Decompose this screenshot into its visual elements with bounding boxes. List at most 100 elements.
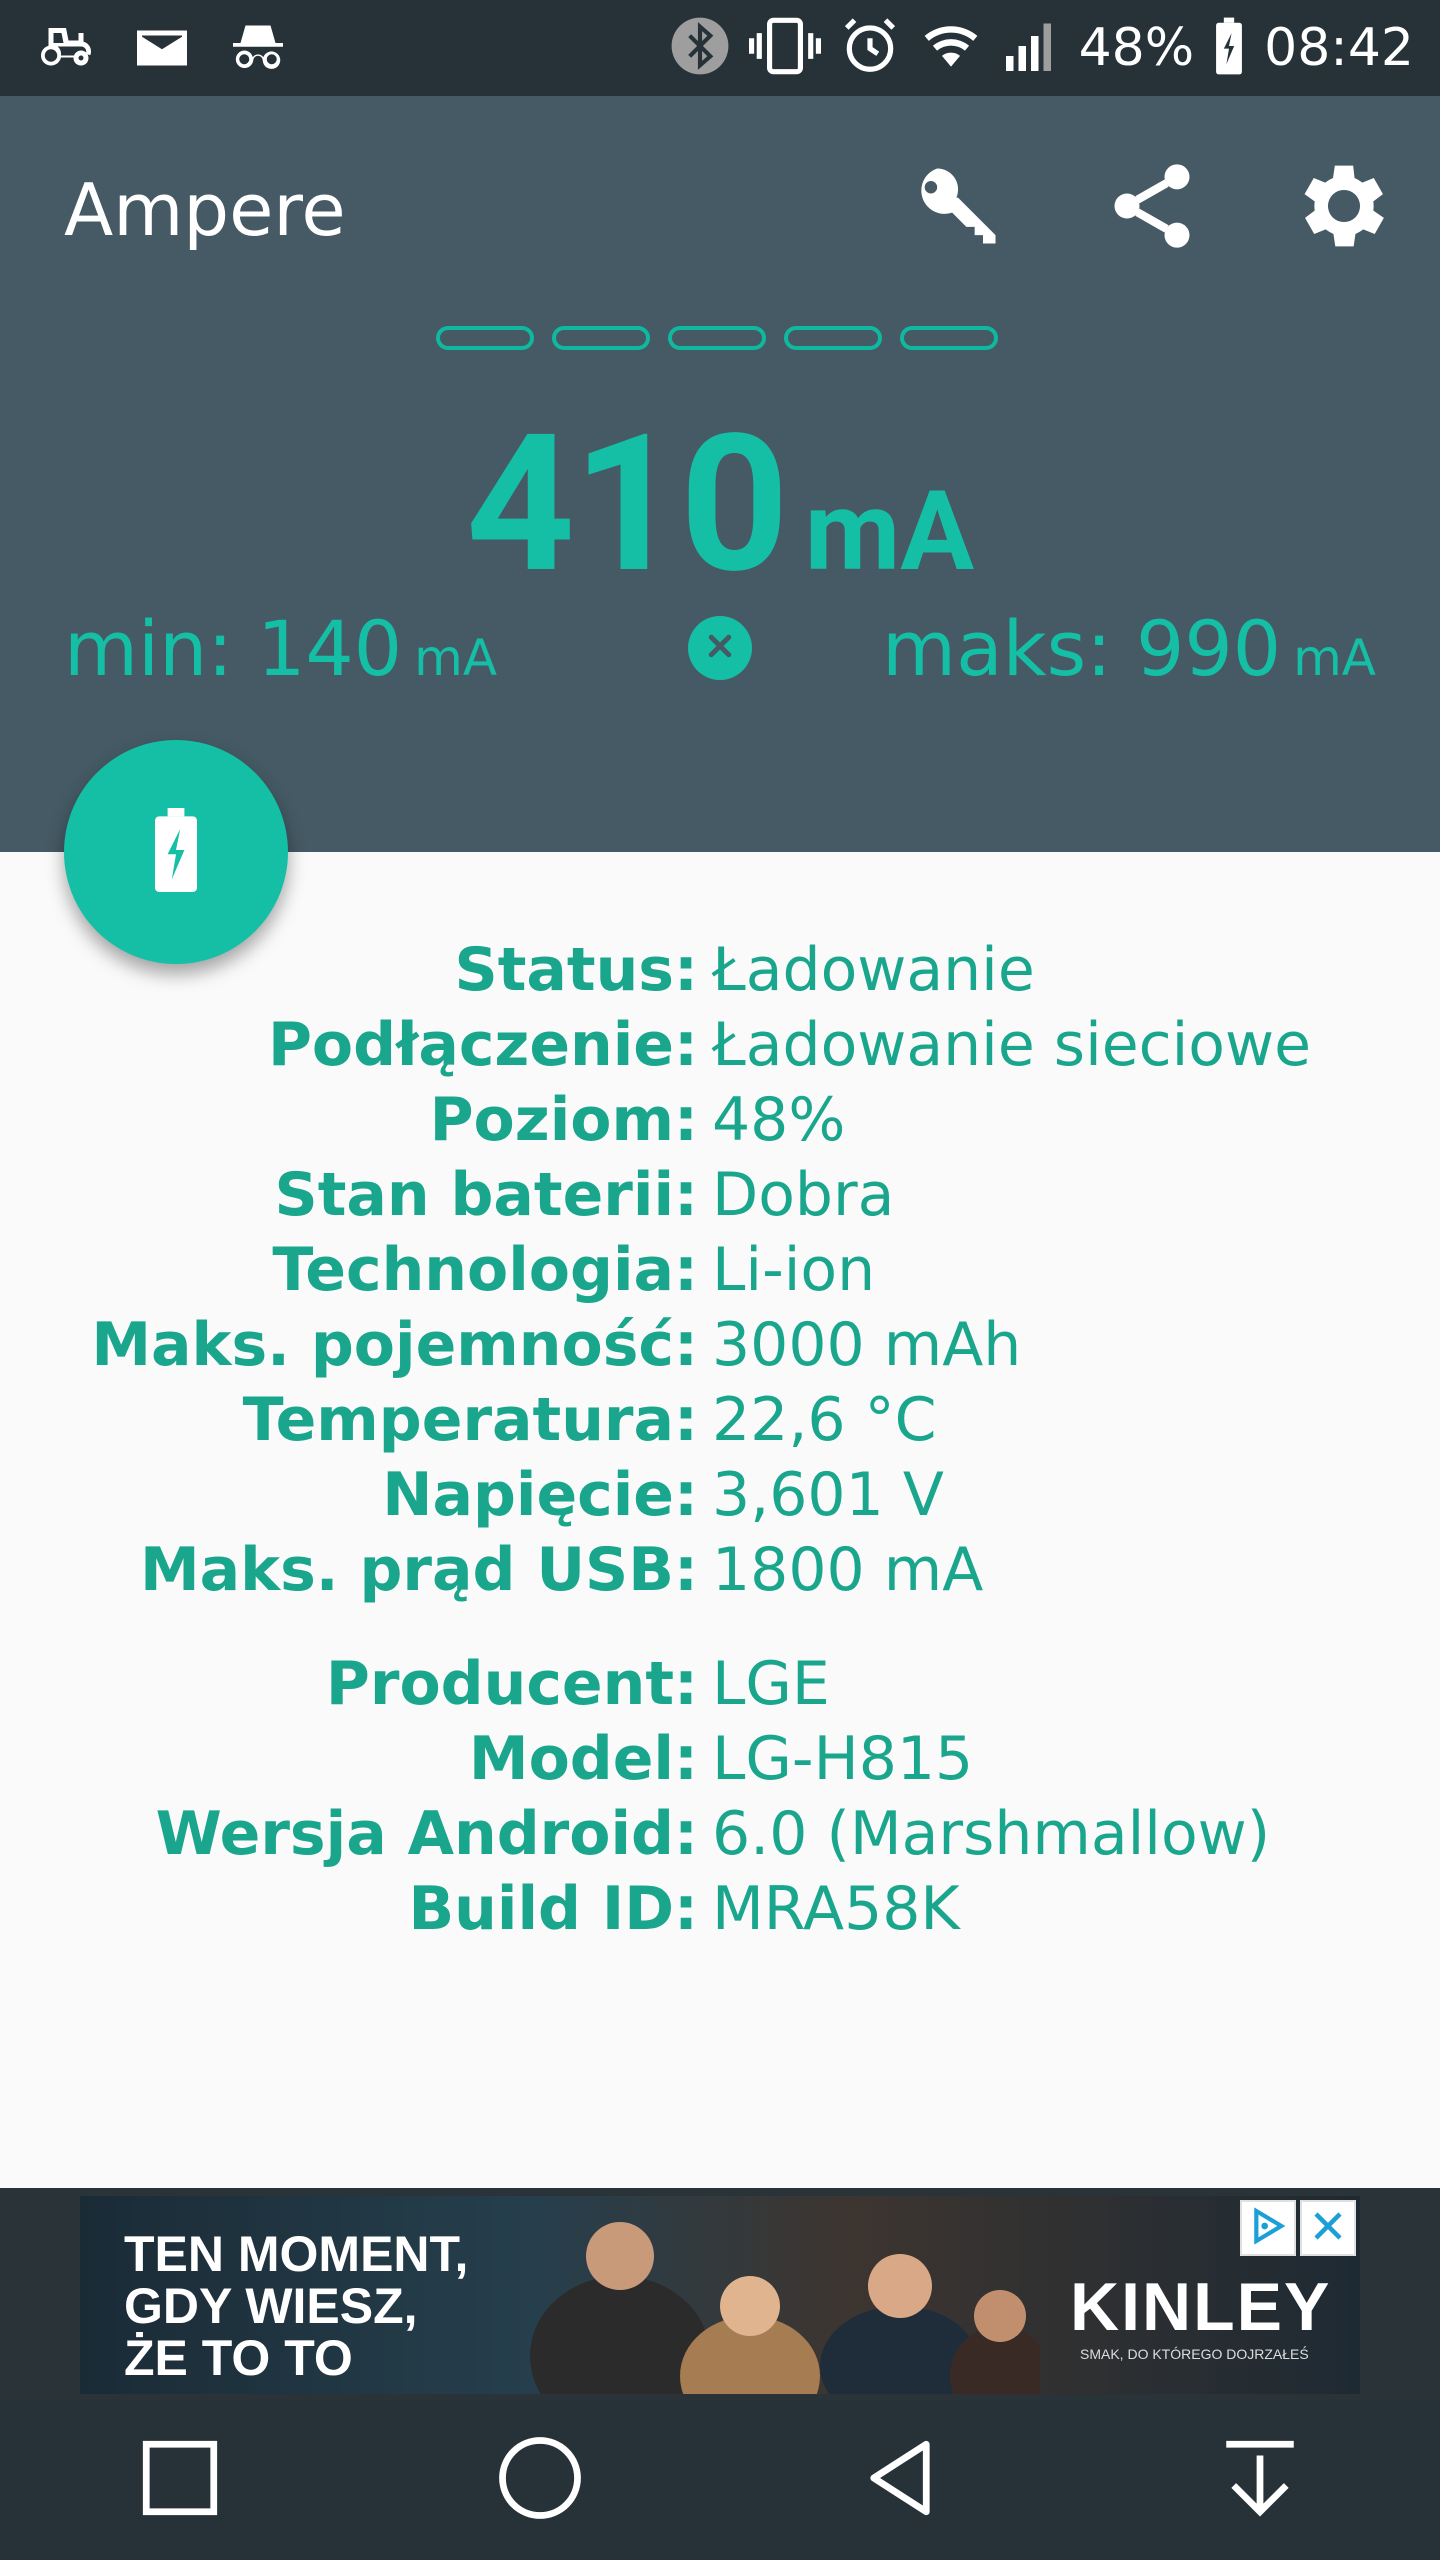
info-key: Napięcie:	[382, 1459, 698, 1530]
info-row: Maks. pojemność: 3000 mAh	[0, 1307, 1440, 1382]
info-key: Wersja Android:	[155, 1798, 698, 1869]
info-value: LGE	[712, 1648, 830, 1719]
arrow-down-to-line-icon	[1215, 2433, 1305, 2527]
info-key: Producent:	[325, 1648, 698, 1719]
min-value: min: 140	[64, 604, 403, 693]
charge-level-indicator	[436, 326, 998, 350]
max-unit: mA	[1293, 629, 1376, 687]
info-row: Stan baterii: Dobra	[0, 1157, 1440, 1232]
settings-icon	[1289, 151, 1399, 265]
tractor-icon	[36, 18, 96, 82]
ad-headline: TEN MOMENT, GDY WIESZ, ŻE TO TO	[124, 2228, 468, 2384]
notification-pulldown-button[interactable]	[1190, 2410, 1330, 2550]
max-readout: maks: 990 mA	[882, 604, 1376, 693]
info-key: Model:	[468, 1723, 698, 1794]
level-segment	[668, 326, 766, 350]
battery-percent: 48%	[1078, 18, 1195, 78]
info-key: Podłączenie:	[267, 1009, 698, 1080]
device-info-list: Producent: LGE Model: LG-H815 Wersja Andro…	[0, 1646, 1440, 1946]
info-value: Ładowanie	[712, 934, 1035, 1005]
app-header: Ampere 410 mA min: 140 mA maks: 990 mA	[0, 96, 1440, 852]
key-icon	[908, 156, 1008, 260]
status-bar-notifications	[36, 18, 288, 82]
level-segment	[436, 326, 534, 350]
home-icon	[495, 2433, 585, 2527]
mail-icon	[132, 18, 192, 82]
adchoices-icon	[1248, 2206, 1288, 2250]
info-key: Temperatura:	[242, 1384, 698, 1455]
battery-charging-icon	[1212, 15, 1246, 81]
battery-info-list: Status: Ładowanie Podłączenie: Ładowanie s…	[0, 932, 1440, 1607]
back-button[interactable]	[830, 2410, 970, 2550]
level-segment	[552, 326, 650, 350]
navigation-bar	[0, 2400, 1440, 2560]
info-key: Status:	[454, 934, 699, 1005]
level-segment	[784, 326, 882, 350]
min-unit: mA	[414, 629, 498, 687]
battery-fab[interactable]	[64, 740, 288, 964]
status-bar-system: 48% 08:42	[669, 12, 1414, 84]
current-unit: mA	[804, 467, 975, 596]
share-button[interactable]	[1096, 152, 1208, 264]
info-row: Poziom: 48%	[0, 1082, 1440, 1157]
info-row: Wersja Android: 6.0 (Marshmallow)	[0, 1796, 1440, 1871]
max-value: maks: 990	[882, 604, 1282, 693]
recents-icon	[135, 2433, 225, 2527]
info-key: Maks. pojemność:	[91, 1309, 698, 1380]
level-segment	[900, 326, 998, 350]
info-value: Ładowanie sieciowe	[712, 1009, 1312, 1080]
ad-tagline: SMAK, DO KTÓREGO DOJRZAŁEŚ	[1080, 2346, 1309, 2362]
adchoices-button[interactable]	[1240, 2200, 1296, 2256]
ad-close-button[interactable]	[1300, 2200, 1356, 2256]
info-value: 3,601 V	[712, 1459, 944, 1530]
info-key: Stan baterii:	[274, 1159, 698, 1230]
info-key: Maks. prąd USB:	[139, 1534, 698, 1605]
info-value: 48%	[712, 1084, 846, 1155]
status-bar: 48% 08:42	[0, 0, 1440, 96]
key-button[interactable]	[902, 152, 1014, 264]
ad-line: ŻE TO TO	[124, 2330, 353, 2386]
ad-line: TEN MOMENT,	[124, 2226, 469, 2282]
bluetooth-icon	[669, 15, 731, 81]
ad-brand-logo: KINLEY	[1070, 2269, 1332, 2345]
info-row: Build ID: MRA58K	[0, 1871, 1440, 1946]
current-value: 410	[465, 394, 789, 616]
signal-icon	[1001, 15, 1061, 81]
app-title: Ampere	[64, 168, 346, 252]
info-row: Model: LG-H815	[0, 1721, 1440, 1796]
info-value: MRA58K	[712, 1873, 960, 1944]
wifi-icon	[919, 15, 983, 81]
settings-button[interactable]	[1288, 152, 1400, 264]
info-row: Podłączenie: Ładowanie sieciowe	[0, 1007, 1440, 1082]
close-icon	[705, 631, 735, 665]
info-value: 1800 mA	[712, 1534, 984, 1605]
info-key: Technologia:	[272, 1234, 698, 1305]
alarm-icon	[839, 15, 901, 81]
current-readout: 410 mA	[0, 394, 1440, 616]
min-readout: min: 140 mA	[64, 604, 497, 693]
ad-container: TEN MOMENT, GDY WIESZ, ŻE TO TO KINLEY S…	[0, 2188, 1440, 2400]
info-value: 22,6 °C	[712, 1384, 937, 1455]
info-row: Producent: LGE	[0, 1646, 1440, 1721]
info-key: Build ID:	[408, 1873, 698, 1944]
info-row: Napięcie: 3,601 V	[0, 1457, 1440, 1532]
ad-banner[interactable]: TEN MOMENT, GDY WIESZ, ŻE TO TO KINLEY S…	[80, 2196, 1360, 2394]
back-icon	[855, 2433, 945, 2527]
home-button[interactable]	[470, 2410, 610, 2550]
incognito-icon	[228, 18, 288, 82]
info-value: Li-ion	[712, 1234, 876, 1305]
info-value: 6.0 (Marshmallow)	[712, 1798, 1271, 1869]
close-icon	[1310, 2208, 1346, 2248]
info-row: Maks. prąd USB: 1800 mA	[0, 1532, 1440, 1607]
share-icon	[1102, 156, 1202, 260]
info-row: Status: Ładowanie	[0, 932, 1440, 1007]
info-row: Technologia: Li-ion	[0, 1232, 1440, 1307]
info-row: Temperatura: 22,6 °C	[0, 1382, 1440, 1457]
info-value: 3000 mAh	[712, 1309, 1022, 1380]
clock: 08:42	[1264, 18, 1414, 78]
reset-minmax-button[interactable]	[688, 616, 752, 680]
ad-photo	[530, 2222, 1040, 2394]
recents-button[interactable]	[110, 2410, 250, 2550]
ad-controls	[1240, 2200, 1356, 2256]
ad-line: GDY WIESZ,	[124, 2278, 418, 2334]
